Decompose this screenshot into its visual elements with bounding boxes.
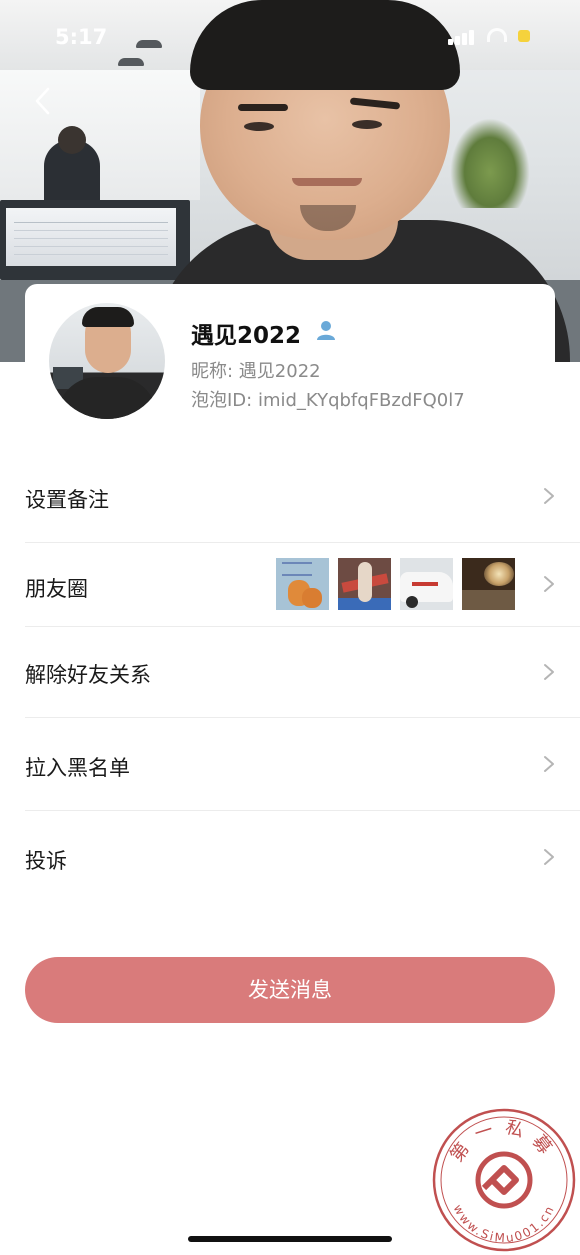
status-time: 5:17	[55, 25, 108, 49]
menu-item-set-remark[interactable]: 设置备注	[25, 462, 580, 542]
chevron-right-icon	[542, 754, 556, 774]
user-icon	[317, 321, 335, 340]
chevron-right-icon	[542, 662, 556, 682]
menu-item-blacklist[interactable]: 拉入黑名单	[25, 718, 580, 810]
back-button[interactable]	[28, 84, 62, 118]
moments-thumbnail	[338, 558, 391, 610]
menu-item-label: 拉入黑名单	[25, 756, 130, 780]
menu-item-report[interactable]: 投诉	[25, 811, 580, 903]
send-message-button[interactable]: 发送消息	[25, 957, 555, 1023]
menu-item-label: 设置备注	[25, 488, 109, 512]
chevron-right-icon	[542, 574, 556, 594]
signal-icon	[448, 27, 478, 45]
chevron-right-icon	[542, 486, 556, 506]
menu-item-label: 解除好友关系	[25, 663, 151, 687]
profile-id: 泡泡ID: imid_KYqbfqFBzdFQ0l7	[191, 390, 465, 411]
chevron-left-icon	[35, 87, 50, 115]
moments-thumbnail	[276, 558, 329, 610]
battery-icon	[518, 30, 530, 42]
menu-item-remove-friend[interactable]: 解除好友关系	[25, 627, 580, 717]
home-indicator	[188, 1236, 392, 1242]
watermark-stamp: 第一私募 www.SiMu001.cn	[432, 1108, 576, 1252]
wifi-icon	[487, 28, 507, 42]
avatar[interactable]	[49, 303, 165, 419]
moments-thumbnail	[462, 558, 515, 610]
status-bar: 5:17	[0, 0, 580, 72]
chevron-right-icon	[542, 847, 556, 867]
moments-thumbnail	[400, 558, 453, 610]
menu-item-label: 朋友圈	[25, 577, 88, 601]
menu-item-label: 投诉	[25, 849, 67, 873]
profile-nickname: 昵称: 遇见2022	[191, 361, 321, 382]
profile-display-name: 遇见2022	[191, 323, 302, 349]
